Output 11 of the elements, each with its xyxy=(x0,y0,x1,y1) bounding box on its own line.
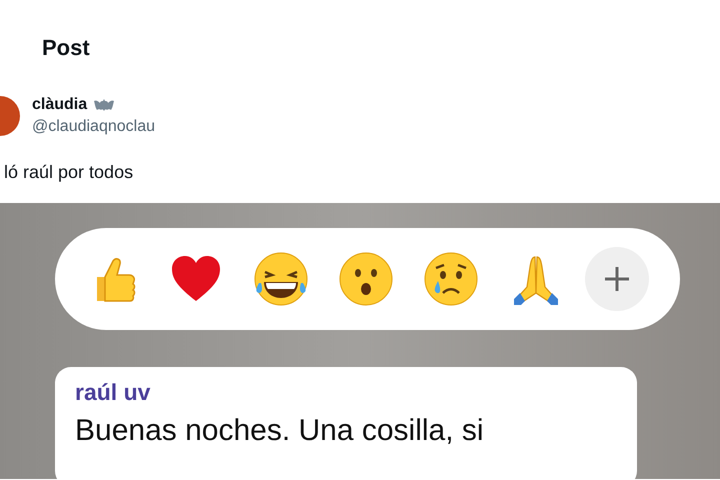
page-title: Post xyxy=(42,34,90,62)
sender-name: raúl uv xyxy=(75,379,150,406)
author-name[interactable]: clàudia xyxy=(32,96,88,114)
plus-icon xyxy=(602,264,632,294)
message-text: Buenas noches. Una cosilla, si xyxy=(75,414,484,448)
bat-icon xyxy=(92,98,114,112)
post-text: ló raúl por todos xyxy=(4,162,134,183)
laughing-face-icon[interactable] xyxy=(253,251,309,307)
surprised-face-icon[interactable] xyxy=(338,251,394,307)
author-handle[interactable]: @claudiaqnoclau xyxy=(32,118,155,136)
crying-face-icon[interactable] xyxy=(423,251,479,307)
